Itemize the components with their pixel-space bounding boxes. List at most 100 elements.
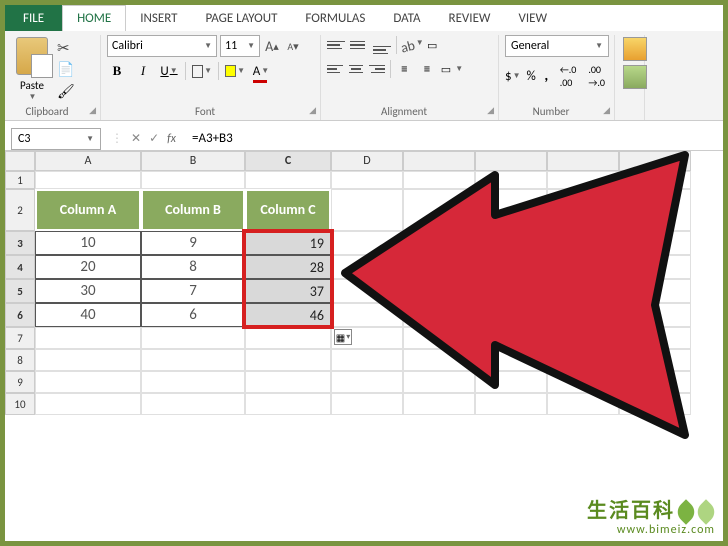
- cell[interactable]: [475, 393, 547, 415]
- cell[interactable]: [141, 349, 245, 371]
- comma-style-button[interactable]: ,: [542, 66, 551, 86]
- cell[interactable]: [403, 371, 475, 393]
- row-header-9[interactable]: 9: [5, 371, 35, 393]
- cell[interactable]: [619, 231, 691, 255]
- cell[interactable]: [35, 171, 141, 189]
- cell[interactable]: [475, 231, 547, 255]
- cell[interactable]: [403, 189, 475, 231]
- cell[interactable]: [547, 171, 619, 189]
- align-top-button[interactable]: [327, 36, 345, 54]
- row-header-10[interactable]: 10: [5, 393, 35, 415]
- bold-button[interactable]: B: [107, 61, 127, 81]
- name-box[interactable]: C3▼: [11, 128, 101, 150]
- column-header[interactable]: [619, 151, 691, 171]
- cell[interactable]: [619, 393, 691, 415]
- cell-c3[interactable]: 19: [245, 231, 331, 255]
- column-header-b[interactable]: B: [141, 151, 245, 171]
- cell[interactable]: [475, 327, 547, 349]
- cell[interactable]: [403, 171, 475, 189]
- cell[interactable]: [141, 371, 245, 393]
- align-middle-button[interactable]: [350, 36, 368, 54]
- cell[interactable]: [403, 327, 475, 349]
- cell-c4[interactable]: 28: [245, 255, 331, 279]
- row-header-6[interactable]: 6: [5, 303, 35, 327]
- row-header-3[interactable]: 3: [5, 231, 35, 255]
- increase-decimal-button[interactable]: ←.0 .00: [557, 61, 580, 91]
- cell-a6[interactable]: 40: [35, 303, 141, 327]
- align-right-button[interactable]: [369, 60, 385, 78]
- cell[interactable]: [331, 279, 403, 303]
- cell[interactable]: [403, 393, 475, 415]
- row-header-5[interactable]: 5: [5, 279, 35, 303]
- fill-color-button[interactable]: ▼: [225, 61, 245, 81]
- cell[interactable]: [331, 393, 403, 415]
- cell[interactable]: [331, 371, 403, 393]
- tab-review[interactable]: REVIEW: [435, 5, 505, 31]
- row-header-8[interactable]: 8: [5, 349, 35, 371]
- cell-a3[interactable]: 10: [35, 231, 141, 255]
- font-size-select[interactable]: 11▼: [220, 35, 260, 57]
- cell[interactable]: [141, 327, 245, 349]
- tab-page-layout[interactable]: PAGE LAYOUT: [192, 5, 292, 31]
- cell[interactable]: [331, 303, 403, 327]
- cell[interactable]: [619, 327, 691, 349]
- increase-indent-button[interactable]: ≡: [418, 59, 436, 79]
- row-header-1[interactable]: 1: [5, 171, 35, 189]
- align-bottom-button[interactable]: [373, 36, 391, 54]
- column-header-a[interactable]: A: [35, 151, 141, 171]
- cell[interactable]: [475, 255, 547, 279]
- cell[interactable]: [475, 279, 547, 303]
- formula-input[interactable]: =A3+B3: [186, 129, 723, 148]
- cell-c5[interactable]: 37: [245, 279, 331, 303]
- dialog-launcher-icon[interactable]: ◢: [89, 105, 96, 116]
- cell[interactable]: [619, 171, 691, 189]
- cell-header-a[interactable]: Column A: [35, 189, 141, 231]
- font-color-button[interactable]: A▼: [251, 61, 271, 81]
- cell-b4[interactable]: 8: [141, 255, 245, 279]
- cell[interactable]: [475, 171, 547, 189]
- cell[interactable]: [619, 349, 691, 371]
- cell[interactable]: [475, 349, 547, 371]
- cell[interactable]: [141, 393, 245, 415]
- merge-center-button[interactable]: ▭▼: [441, 63, 492, 76]
- cell[interactable]: [475, 371, 547, 393]
- cell[interactable]: [245, 393, 331, 415]
- cell[interactable]: [619, 255, 691, 279]
- decrease-indent-button[interactable]: ≡: [396, 59, 414, 79]
- cell-a5[interactable]: 30: [35, 279, 141, 303]
- underline-button[interactable]: U▼: [159, 61, 179, 81]
- column-header-c[interactable]: C: [245, 151, 331, 171]
- row-header-2[interactable]: 2: [5, 189, 35, 231]
- borders-button[interactable]: ▼: [192, 61, 212, 81]
- cell[interactable]: [331, 189, 403, 231]
- cell[interactable]: [547, 371, 619, 393]
- column-header-d[interactable]: D: [331, 151, 403, 171]
- select-all-corner[interactable]: [5, 151, 35, 171]
- cell[interactable]: [245, 327, 331, 349]
- cell-b5[interactable]: 7: [141, 279, 245, 303]
- tab-file[interactable]: FILE: [5, 5, 62, 31]
- align-center-button[interactable]: [348, 60, 364, 78]
- tab-view[interactable]: VIEW: [505, 5, 562, 31]
- cell[interactable]: [403, 255, 475, 279]
- cut-button[interactable]: [57, 39, 77, 57]
- cell[interactable]: [547, 393, 619, 415]
- row-header-7[interactable]: 7: [5, 327, 35, 349]
- fx-button[interactable]: fx: [167, 132, 176, 146]
- cell[interactable]: [547, 189, 619, 231]
- tab-data[interactable]: DATA: [379, 5, 434, 31]
- cell[interactable]: [331, 171, 403, 189]
- column-header[interactable]: [475, 151, 547, 171]
- cell[interactable]: [547, 231, 619, 255]
- cell[interactable]: [141, 171, 245, 189]
- cell-b6[interactable]: 6: [141, 303, 245, 327]
- cell[interactable]: [619, 303, 691, 327]
- cell[interactable]: [35, 327, 141, 349]
- cell[interactable]: [35, 393, 141, 415]
- cell-header-b[interactable]: Column B: [141, 189, 245, 231]
- cell[interactable]: [403, 231, 475, 255]
- cell[interactable]: [619, 371, 691, 393]
- cell[interactable]: [35, 349, 141, 371]
- enter-formula-button[interactable]: ✓: [149, 131, 159, 146]
- cell[interactable]: [331, 231, 403, 255]
